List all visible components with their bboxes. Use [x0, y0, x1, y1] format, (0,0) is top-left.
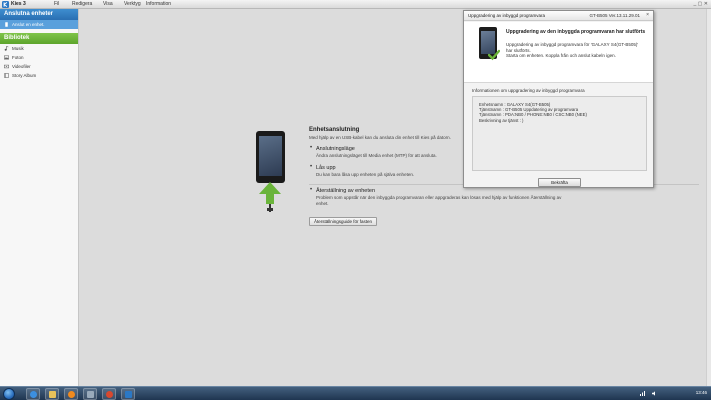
network-icon[interactable] — [640, 391, 645, 396]
taskbar-chrome-icon[interactable] — [102, 388, 116, 400]
library-header: Bibliotek — [0, 33, 78, 44]
info-box: Enhetsnamn : GALAXY S4(GT-B505) Tjänstna… — [472, 96, 647, 171]
taskbar: 13:46 — [0, 386, 711, 400]
check-icon — [488, 49, 500, 61]
dialog-titlebar[interactable]: Uppgradering av inbyggd programvara GT-B… — [464, 11, 653, 21]
sidebar-item-story-album[interactable]: Story Album — [0, 71, 78, 80]
photo-icon — [4, 55, 9, 60]
sidebar-item-videos[interactable]: Videofiler — [0, 62, 78, 71]
sidebar-item-label: Foton — [12, 55, 24, 60]
title-bar: Kies 3 Fil Redigera Visa Verktyg Informa… — [0, 0, 711, 9]
app-name: Kies 3 — [11, 1, 26, 7]
message-line: Uppgradering av inbyggd programvara för … — [506, 42, 639, 47]
menu-information[interactable]: Information — [146, 1, 171, 7]
taskbar-folder-icon[interactable] — [45, 388, 59, 400]
menu-view[interactable]: Visa — [103, 1, 113, 7]
sidebar: Anslutna enheter Anslut en enhet. Biblio… — [0, 9, 79, 386]
menu-edit[interactable]: Redigera — [72, 1, 92, 7]
sidebar-item-label: Story Album — [12, 73, 37, 78]
vertical-scrollbar[interactable] — [706, 9, 711, 386]
clock[interactable]: 13:46 — [696, 390, 707, 395]
info-line: Beskrivning av tjänst : ) — [479, 117, 524, 123]
kies-logo-icon — [2, 1, 9, 8]
album-icon — [4, 73, 9, 78]
confirm-button[interactable]: Bekräfta — [538, 178, 581, 187]
message-line: Starta om enheten. Koppla från och anslu… — [506, 53, 616, 58]
device-icon — [5, 22, 8, 27]
dialog-version: GT-B505 Ver.13.11.29.01 — [589, 13, 640, 18]
info-label: Informationen om uppgradering av inbyggd… — [472, 88, 585, 93]
menu-file[interactable]: Fil — [54, 1, 59, 7]
firmware-upgrade-dialog: Uppgradering av inbyggd programvara GT-B… — [463, 10, 654, 188]
sidebar-item-connect-device[interactable]: Anslut en enhet. — [0, 20, 78, 29]
phone-screen — [259, 136, 282, 176]
taskbar-ie-icon[interactable] — [26, 388, 40, 400]
phone-illustration — [256, 131, 285, 183]
usb-connect-arrow-icon — [259, 182, 281, 212]
restore-guide-button[interactable]: Återställningsguide för fasten — [309, 217, 378, 226]
taskbar-app-icon[interactable] — [83, 388, 97, 400]
taskbar-kies-icon[interactable] — [121, 388, 135, 400]
dialog-message: Uppgradering av inbyggd programvara för … — [506, 42, 646, 59]
volume-icon[interactable] — [652, 391, 657, 396]
sidebar-item-photos[interactable]: Foton — [0, 53, 78, 62]
window-controls[interactable]: _ ▢ ✕ — [694, 1, 708, 7]
bullet-desc: Problem som uppstår när den inbyggda pro… — [316, 195, 562, 206]
close-icon[interactable]: × — [646, 12, 649, 18]
taskbar-media-player-icon[interactable] — [64, 388, 78, 400]
sidebar-item-music[interactable]: Musik — [0, 44, 78, 53]
sidebar-item-label: Musik — [12, 46, 24, 51]
start-button[interactable] — [3, 388, 15, 400]
music-icon — [4, 46, 9, 51]
video-icon — [4, 64, 9, 69]
sidebar-item-label: Anslut en enhet. — [12, 22, 45, 27]
connected-devices-header: Anslutna enheter — [0, 9, 78, 20]
sidebar-item-label: Videofiler — [12, 64, 31, 69]
menu-tools[interactable]: Verktyg — [124, 1, 141, 7]
bullet-device-restore: Återställning av enheten Problem som upp… — [309, 187, 699, 207]
dialog-title: Uppgradering av inbyggd programvara — [468, 13, 546, 18]
dialog-heading: Uppgradering av den inbyggda programvara… — [506, 29, 646, 35]
bullet-title: Återställning av enheten — [316, 188, 376, 194]
